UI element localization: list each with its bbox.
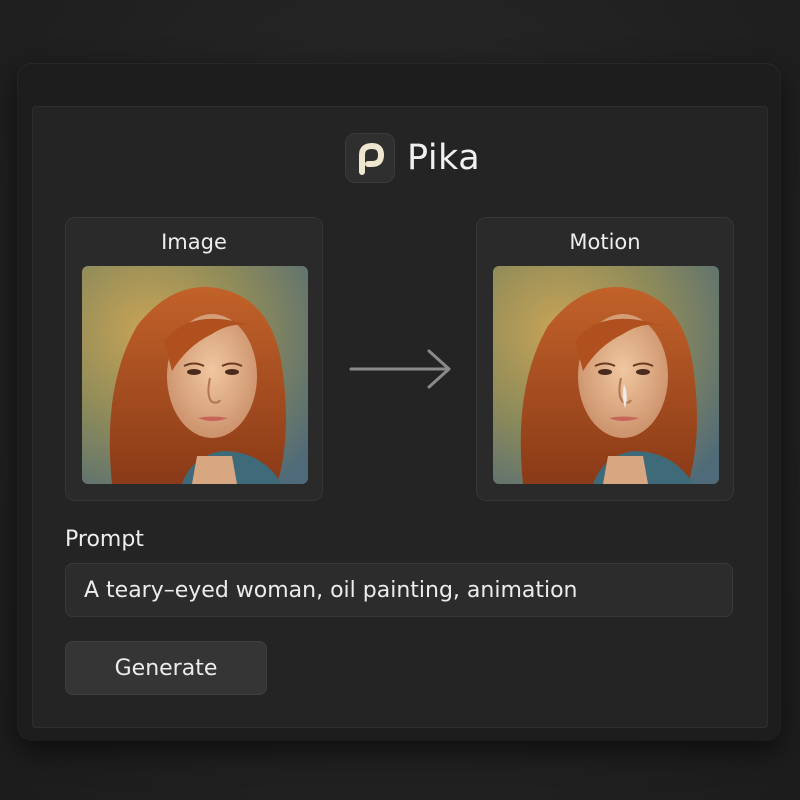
brand-header: Pika <box>345 133 480 183</box>
image-panel-title: Image <box>161 230 227 254</box>
motion-panel-title: Motion <box>569 230 641 254</box>
pika-logo-icon <box>345 133 395 183</box>
app-window: Pika Image Motion Prompt A teary–eyed wo… <box>18 64 780 740</box>
motion-image <box>493 266 719 484</box>
arrow-right-icon <box>349 345 455 393</box>
prompt-input[interactable]: A teary–eyed woman, oil painting, animat… <box>65 563 733 617</box>
app-name: Pika <box>407 138 481 178</box>
image-panel[interactable]: Image <box>65 217 323 501</box>
app-content: Pika Image Motion Prompt A teary–eyed wo… <box>32 106 768 728</box>
source-image <box>82 266 308 484</box>
generate-button[interactable]: Generate <box>65 641 267 695</box>
prompt-label: Prompt <box>65 527 144 552</box>
motion-panel[interactable]: Motion <box>476 217 734 501</box>
